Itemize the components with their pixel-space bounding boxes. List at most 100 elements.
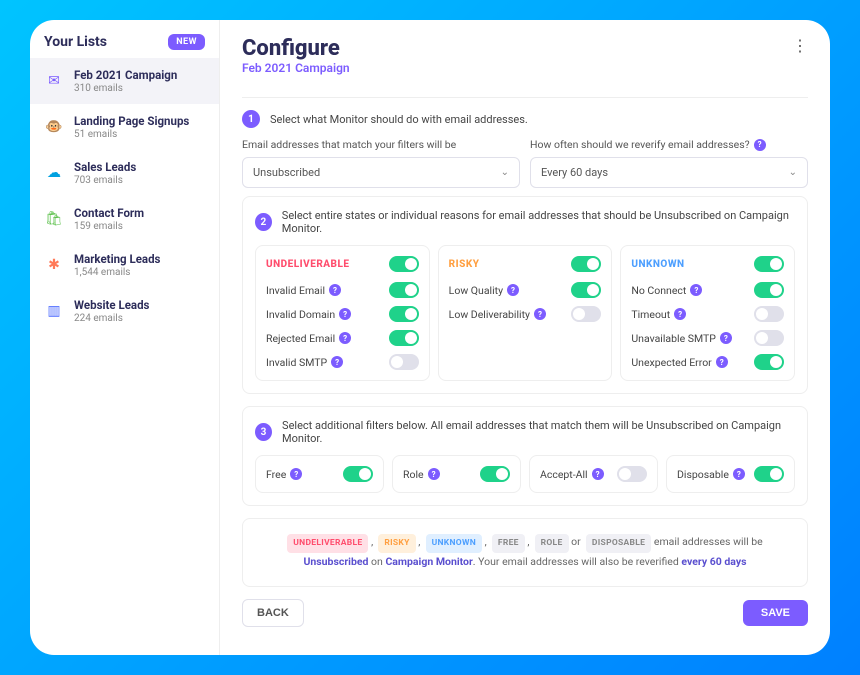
help-icon[interactable]: ? xyxy=(534,308,546,320)
action-field: Email addresses that match your filters … xyxy=(242,138,520,188)
card-header: UNDELIVERABLE xyxy=(266,256,419,272)
help-icon[interactable]: ? xyxy=(428,468,440,480)
reason-row: No Connect ? xyxy=(631,282,784,298)
reason-label: Rejected Email ? xyxy=(266,332,351,345)
list-sublabel: 703 emails xyxy=(74,175,136,186)
reason-row: Rejected Email ? xyxy=(266,330,419,346)
new-badge[interactable]: NEW xyxy=(168,34,205,50)
step3-text: Select additional filters below. All ema… xyxy=(282,419,795,445)
card-toggle[interactable] xyxy=(389,256,419,272)
sidebar-item-1[interactable]: 🐵 Landing Page Signups 51 emails xyxy=(30,104,219,150)
toggle[interactable] xyxy=(754,306,784,322)
card-header: RISKY xyxy=(449,256,602,272)
list-sublabel: 1,544 emails xyxy=(74,267,160,278)
help-icon[interactable]: ? xyxy=(507,284,519,296)
sidebar-item-5[interactable]: ▥ Website Leads 224 emails xyxy=(30,288,219,334)
toggle[interactable] xyxy=(571,282,601,298)
reason-row: Invalid Domain ? xyxy=(266,306,419,322)
summary-action: Unsubscribed xyxy=(303,555,368,568)
sidebar-header: Your Lists NEW xyxy=(30,20,219,58)
card-toggle[interactable] xyxy=(754,256,784,272)
sidebar-item-0[interactable]: ✉ Feb 2021 Campaign 310 emails xyxy=(30,58,219,104)
page-subtitle: Feb 2021 Campaign xyxy=(242,61,350,75)
more-menu-icon[interactable]: ⋮ xyxy=(792,36,808,55)
state-card-unknown: UNKNOWN No Connect ? Timeout ? Unavailab… xyxy=(620,245,795,381)
toggle[interactable] xyxy=(343,466,373,482)
reason-label: Unexpected Error ? xyxy=(631,356,727,369)
sidebar-item-2[interactable]: ☁ Sales Leads 703 emails xyxy=(30,150,219,196)
list-sublabel: 51 emails xyxy=(74,129,189,140)
action-select[interactable]: Unsubscribed ⌄ xyxy=(242,157,520,188)
toggle[interactable] xyxy=(617,466,647,482)
list-label: Website Leads xyxy=(74,298,149,312)
list-icon: ☁ xyxy=(44,163,64,183)
step3-number: 3 xyxy=(255,423,272,441)
back-button[interactable]: BACK xyxy=(242,599,304,627)
chevron-down-icon: ⌄ xyxy=(789,167,797,178)
card-header: UNKNOWN xyxy=(631,256,784,272)
main-panel: Configure Feb 2021 Campaign ⋮ 1 Select w… xyxy=(220,20,830,655)
help-icon[interactable]: ? xyxy=(674,308,686,320)
reason-row: Unexpected Error ? xyxy=(631,354,784,370)
card-title: UNDELIVERABLE xyxy=(266,259,350,270)
reason-label: Invalid SMTP ? xyxy=(266,356,343,369)
help-icon[interactable]: ? xyxy=(329,284,341,296)
summary-chip: DISPOSABLE xyxy=(586,534,651,553)
frequency-label: How often should we reverify email addre… xyxy=(530,138,808,151)
step3-header: 3 Select additional filters below. All e… xyxy=(255,419,795,445)
help-icon[interactable]: ? xyxy=(290,468,302,480)
list-label: Feb 2021 Campaign xyxy=(74,68,177,82)
toggle[interactable] xyxy=(480,466,510,482)
list-icon: ✉ xyxy=(44,71,64,91)
filter-label: Free ? xyxy=(266,468,302,481)
help-icon[interactable]: ? xyxy=(339,332,351,344)
reason-label: No Connect ? xyxy=(631,284,702,297)
toggle[interactable] xyxy=(754,282,784,298)
main-header: Configure Feb 2021 Campaign ⋮ xyxy=(242,36,808,91)
action-select-value: Unsubscribed xyxy=(253,166,320,179)
list-sublabel: 310 emails xyxy=(74,83,177,94)
reason-label: Invalid Email ? xyxy=(266,284,341,297)
list-label: Landing Page Signups xyxy=(74,114,189,128)
summary-frequency: every 60 days xyxy=(681,555,746,568)
reason-row: Invalid Email ? xyxy=(266,282,419,298)
step3-section: 3 Select additional filters below. All e… xyxy=(242,406,808,506)
reason-label: Timeout ? xyxy=(631,308,686,321)
toggle[interactable] xyxy=(389,282,419,298)
help-icon[interactable]: ? xyxy=(716,356,728,368)
toggle[interactable] xyxy=(389,330,419,346)
chevron-down-icon: ⌄ xyxy=(501,167,509,178)
sidebar-item-4[interactable]: ✱ Marketing Leads 1,544 emails xyxy=(30,242,219,288)
toggle[interactable] xyxy=(754,330,784,346)
state-card-risky: RISKY Low Quality ? Low Deliverability ? xyxy=(438,245,613,381)
card-toggle[interactable] xyxy=(571,256,601,272)
help-icon[interactable]: ? xyxy=(331,356,343,368)
help-icon[interactable]: ? xyxy=(754,139,766,151)
toggle[interactable] xyxy=(389,354,419,370)
help-icon[interactable]: ? xyxy=(592,468,604,480)
list-sublabel: 159 emails xyxy=(74,221,144,232)
page-title: Configure xyxy=(242,36,350,61)
footer: BACK SAVE xyxy=(242,599,808,627)
help-icon[interactable]: ? xyxy=(720,332,732,344)
filter-label: Accept-All ? xyxy=(540,468,604,481)
sidebar-item-3[interactable]: 🛍 Contact Form 159 emails xyxy=(30,196,219,242)
toggle[interactable] xyxy=(754,354,784,370)
help-icon[interactable]: ? xyxy=(339,308,351,320)
help-icon[interactable]: ? xyxy=(690,284,702,296)
save-button[interactable]: SAVE xyxy=(743,600,808,626)
frequency-select-value: Every 60 days xyxy=(541,166,608,179)
toggle[interactable] xyxy=(754,466,784,482)
list-label: Marketing Leads xyxy=(74,252,160,266)
reason-row: Timeout ? xyxy=(631,306,784,322)
reason-label: Invalid Domain ? xyxy=(266,308,351,321)
card-title: RISKY xyxy=(449,259,480,270)
toggle[interactable] xyxy=(389,306,419,322)
step2-section: 2 Select entire states or individual rea… xyxy=(242,196,808,394)
app-window: Your Lists NEW ✉ Feb 2021 Campaign 310 e… xyxy=(30,20,830,655)
help-icon[interactable]: ? xyxy=(733,468,745,480)
card-title: UNKNOWN xyxy=(631,259,684,270)
toggle[interactable] xyxy=(571,306,601,322)
action-label: Email addresses that match your filters … xyxy=(242,138,520,151)
frequency-select[interactable]: Every 60 days ⌄ xyxy=(530,157,808,188)
